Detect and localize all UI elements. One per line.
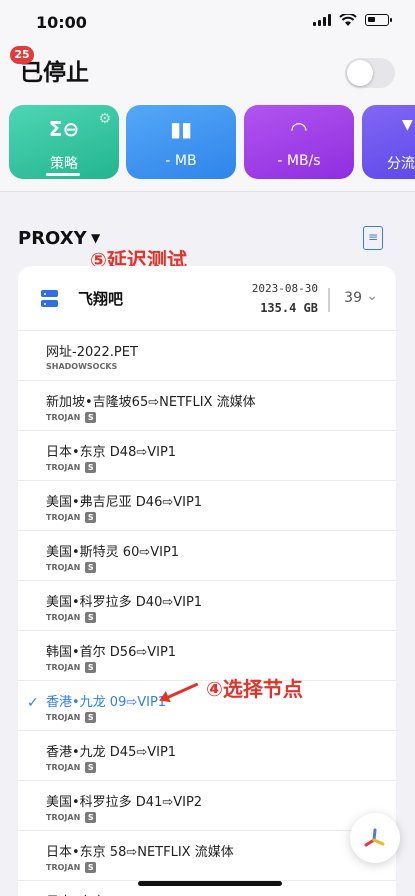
- node-type: TROJAN S: [46, 762, 97, 773]
- routing-card[interactable]: ▼ 分流: [362, 105, 415, 179]
- subscription-expiry: 2023-08-30: [251, 282, 318, 295]
- udp-support-icon: S: [85, 562, 97, 573]
- proxy-group-title[interactable]: PROXY: [18, 228, 87, 249]
- node-name: 香港•九龙 09⇨VIP1: [46, 695, 167, 710]
- status-bar: 10:00: [0, 0, 415, 46]
- server-icon[interactable]: [41, 290, 58, 307]
- node-type: SHADOWSOCKS: [46, 362, 117, 371]
- document-icon[interactable]: ≡: [363, 226, 383, 250]
- node-name: 香港•九龙 D45⇨VIP1: [46, 745, 177, 760]
- strategy-card[interactable]: ⚙ Σ⊖ 策略: [9, 105, 119, 179]
- dashboard-cards: ⚙ Σ⊖ 策略 ▮▮ - MB ◠ - MB/s ▼ 分流: [0, 102, 415, 192]
- udp-support-icon: S: [85, 612, 97, 623]
- node-row[interactable]: 美国•斯特灵 60⇨VIP1 TROJAN S: [18, 530, 396, 580]
- node-name: 美国•弗吉尼亚 D46⇨VIP1: [46, 495, 203, 510]
- node-name: 日本•东京 58⇨NETFLIX 流媒体: [46, 845, 234, 860]
- node-protocol: TROJAN: [46, 813, 81, 822]
- traffic-card-label: - MB: [165, 153, 197, 169]
- node-row[interactable]: 美国•科罗拉多 D40⇨VIP1 TROJAN S: [18, 580, 396, 630]
- node-type: TROJAN S: [46, 712, 97, 723]
- node-protocol: TROJAN: [46, 713, 81, 722]
- udp-support-icon: S: [85, 812, 97, 823]
- system-indicators: [313, 14, 392, 26]
- chevron-down-icon[interactable]: ▼: [91, 231, 100, 245]
- udp-support-icon: S: [85, 512, 97, 523]
- node-name: 韩国•首尔 D56⇨VIP1: [46, 645, 177, 660]
- udp-support-icon: S: [85, 712, 97, 723]
- notification-badge: 25: [10, 46, 34, 64]
- node-name: 美国•科罗拉多 D41⇨VIP2: [46, 795, 203, 810]
- node-name: 美国•斯特灵 60⇨VIP1: [46, 545, 180, 560]
- udp-support-icon: S: [85, 762, 97, 773]
- node-row[interactable]: 日本•东京 58⇨NETFLIX 流媒体 TROJAN S: [18, 830, 396, 880]
- speed-card-label: - MB/s: [277, 153, 321, 169]
- node-name: 日本•东京 D48⇨VIP1: [46, 445, 177, 460]
- group-name: 飞翔吧: [78, 290, 124, 308]
- node-type: TROJAN S: [46, 562, 97, 573]
- udp-support-icon: S: [85, 662, 97, 673]
- speedometer-icon: ◠: [291, 117, 307, 141]
- node-type: TROJAN S: [46, 512, 97, 523]
- divider: [328, 288, 330, 312]
- checkmark-icon: ✓: [27, 695, 39, 711]
- node-name: 新加坡•吉隆坡65⇨NETFLIX 流媒体: [46, 395, 256, 410]
- node-row[interactable]: 美国•科罗拉多 D41⇨VIP2 TROJAN S: [18, 780, 396, 830]
- node-name: 美国•科罗拉多 D40⇨VIP1: [46, 595, 203, 610]
- node-protocol: TROJAN: [46, 563, 81, 572]
- active-indicator: [46, 173, 80, 176]
- test-latency-button[interactable]: [350, 813, 400, 863]
- node-type: TROJAN S: [46, 412, 97, 423]
- toggle-knob: [347, 60, 373, 86]
- home-indicator: [138, 881, 282, 886]
- tri-color-logo-icon: [364, 828, 385, 847]
- node-row[interactable]: 日本•东京 D48⇨VIP1 TROJAN S: [18, 430, 396, 480]
- node-protocol: TROJAN: [46, 513, 81, 522]
- node-type: TROJAN S: [46, 462, 97, 473]
- battery-icon: [365, 14, 392, 26]
- node-type: TROJAN S: [46, 612, 97, 623]
- group-header[interactable]: 飞翔吧 2023-08-30 135.4 GB 39 ⌄: [18, 266, 396, 330]
- app-header: 已停止 25: [0, 46, 415, 102]
- node-protocol: TROJAN: [46, 613, 81, 622]
- proxy-group-card: 飞翔吧 2023-08-30 135.4 GB 39 ⌄ 网址-2022.PET…: [18, 266, 396, 896]
- node-protocol: TROJAN: [46, 463, 81, 472]
- speed-card[interactable]: ◠ - MB/s: [244, 105, 354, 179]
- remaining-traffic: 135.4 GB: [260, 301, 318, 315]
- sigma-icon: Σ⊖: [48, 117, 80, 141]
- node-row[interactable]: 美国•弗吉尼亚 D46⇨VIP1 TROJAN S: [18, 480, 396, 530]
- node-row[interactable]: 新加坡•吉隆坡65⇨NETFLIX 流媒体 TROJAN S: [18, 380, 396, 430]
- strategy-card-label: 策略: [50, 156, 78, 172]
- udp-support-icon: S: [85, 862, 97, 873]
- status-time: 10:00: [36, 13, 87, 32]
- node-protocol: TROJAN: [46, 763, 81, 772]
- node-name: 日本•东京 D28⇨VIP2: [46, 891, 176, 896]
- node-type: TROJAN S: [46, 862, 97, 873]
- node-protocol: SHADOWSOCKS: [46, 362, 118, 371]
- wifi-icon: [339, 14, 357, 26]
- node-type: TROJAN S: [46, 812, 97, 823]
- node-row[interactable]: 香港•九龙 D45⇨VIP1 TROJAN S: [18, 730, 396, 780]
- udp-support-icon: S: [85, 412, 97, 423]
- node-protocol: TROJAN: [46, 413, 81, 422]
- node-row[interactable]: 网址-2022.PET SHADOWSOCKS: [18, 330, 396, 380]
- udp-support-icon: S: [85, 462, 97, 473]
- node-protocol: TROJAN: [46, 863, 81, 872]
- bar-chart-icon: ▮▮: [169, 117, 192, 141]
- traffic-card[interactable]: ▮▮ - MB: [126, 105, 236, 179]
- signal-icon: [313, 14, 331, 26]
- node-type: TROJAN S: [46, 662, 97, 673]
- node-list: 网址-2022.PET SHADOWSOCKS 新加坡•吉隆坡65⇨NETFLIX …: [18, 330, 396, 896]
- proxy-section-header[interactable]: PROXY ▼ ≡: [0, 222, 415, 256]
- filter-icon: ▼: [402, 117, 413, 133]
- vpn-toggle[interactable]: [345, 58, 395, 88]
- chevron-down-icon[interactable]: ⌄: [366, 288, 378, 304]
- annotation-select-node: ④选择节点: [206, 677, 303, 701]
- node-protocol: TROJAN: [46, 663, 81, 672]
- node-name: 网址-2022.PET: [46, 345, 138, 360]
- routing-card-label: 分流: [387, 156, 415, 172]
- node-count: 39: [344, 290, 362, 306]
